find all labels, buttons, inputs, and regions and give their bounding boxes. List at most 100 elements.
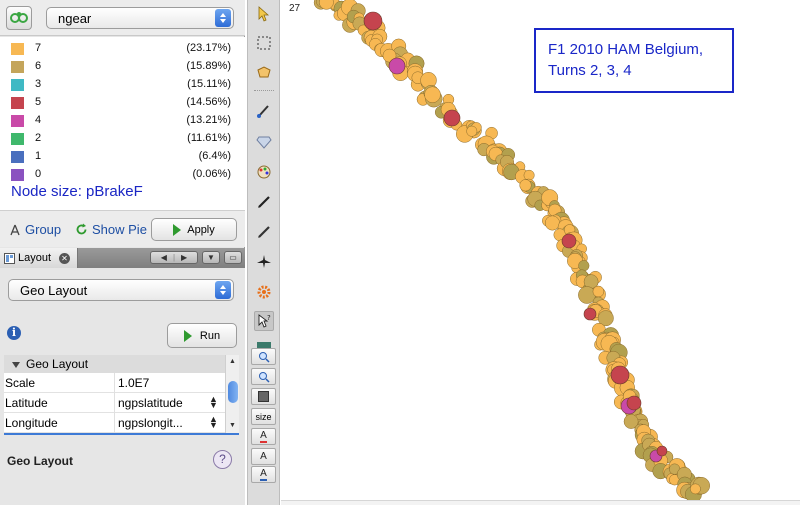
run-button[interactable]: Run <box>167 323 237 348</box>
graph-node[interactable] <box>626 395 642 411</box>
attribute-bar: ngear <box>0 0 245 36</box>
tab-menu-button[interactable]: ▼ <box>202 251 220 264</box>
chevron-right-icon[interactable]: ▶ <box>181 253 187 262</box>
status-strip <box>281 500 800 505</box>
text-color-button[interactable]: A <box>251 428 276 445</box>
graph-node[interactable] <box>583 307 597 321</box>
layout-panel: Geo Layout i Run Geo Layout Scale 1.0E7 … <box>0 268 245 505</box>
legend-swatch <box>11 169 24 181</box>
size-label: size <box>255 411 272 422</box>
group-button[interactable]: Group <box>9 222 61 237</box>
size-button[interactable]: size <box>251 408 276 425</box>
show-pie-button[interactable]: Show Pie <box>75 222 147 237</box>
property-section-header[interactable]: Geo Layout <box>4 355 225 373</box>
graph-node[interactable] <box>592 285 605 298</box>
apply-button[interactable]: Apply <box>151 218 237 241</box>
play-icon <box>173 223 182 236</box>
zoom-fit-button[interactable] <box>251 368 276 385</box>
lasso-icon <box>257 66 271 78</box>
legend-swatch <box>11 115 24 127</box>
legend-item[interactable]: 3 (15.11%) <box>0 76 245 93</box>
airplane-icon <box>257 255 271 268</box>
legend-label: 6 <box>35 60 42 72</box>
legend-swatch <box>11 79 24 91</box>
property-scrollbar[interactable]: ▲ ▼ <box>225 355 239 433</box>
graph-node[interactable] <box>544 215 560 231</box>
graph-node[interactable] <box>388 57 406 75</box>
stepper-icon[interactable]: ▲ ▼ <box>209 395 218 410</box>
scroll-up-icon[interactable]: ▲ <box>229 358 236 365</box>
graph-node[interactable] <box>466 125 478 137</box>
select-stepper-icon <box>215 281 231 299</box>
graph-node[interactable] <box>578 260 590 272</box>
marquee-icon <box>257 36 271 50</box>
legend-list: 7 (23.17%) 6 (15.89%) 3 (15.11%) 5 (14.5… <box>0 37 245 210</box>
property-row[interactable]: Latitude ngpslatitude ▲ ▼ <box>4 393 225 413</box>
select-tool[interactable] <box>254 4 274 24</box>
scroll-down-icon[interactable]: ▼ <box>229 422 236 429</box>
info-icon[interactable]: i <box>7 326 21 340</box>
legend-swatch <box>11 97 24 109</box>
disclosure-triangle-icon <box>12 362 20 368</box>
property-value[interactable]: ngpslongit... <box>118 416 183 430</box>
color-tool[interactable] <box>254 162 274 182</box>
graph-node[interactable] <box>690 483 701 495</box>
property-row[interactable]: Longitude ngpslongit... ▲ ▼ <box>4 413 225 433</box>
property-divider <box>114 373 115 393</box>
graph-canvas[interactable]: 27 F1 2010 HAM Belgium, Turns 2, 3, 4 <box>281 0 800 500</box>
legend-item[interactable]: 0 (0.06%) <box>0 166 245 183</box>
graph-node[interactable] <box>363 11 383 31</box>
property-value[interactable]: 1.0E7 <box>118 376 149 390</box>
help-icon[interactable]: ? <box>213 450 232 469</box>
close-icon[interactable]: ✕ <box>59 252 71 264</box>
graph-node[interactable] <box>519 179 532 192</box>
graph-node[interactable] <box>656 445 668 457</box>
property-key: Longitude <box>5 416 58 430</box>
fill-color-button[interactable] <box>251 388 276 405</box>
edge-pen-tool[interactable] <box>254 222 274 242</box>
attribute-type-button[interactable] <box>6 6 32 30</box>
legend-label: 1 <box>35 150 42 162</box>
zoom-in-button[interactable] <box>251 348 276 365</box>
scrollbar-thumb[interactable] <box>228 381 238 403</box>
attribute-select[interactable]: ngear <box>46 7 234 29</box>
legend-swatch <box>11 61 24 73</box>
legend-item[interactable]: 7 (23.17%) <box>0 40 245 57</box>
property-divider <box>114 393 115 413</box>
text-style-button[interactable]: A <box>251 448 276 465</box>
chevron-left-icon[interactable]: ◀ <box>161 253 167 262</box>
brush-tool[interactable] <box>254 101 274 121</box>
navigate-tool[interactable] <box>254 252 274 272</box>
legend-label: 0 <box>35 168 42 180</box>
chevron-down-icon: ▼ <box>207 253 215 262</box>
property-row[interactable]: Scale 1.0E7 <box>4 373 225 393</box>
layout-select[interactable]: Geo Layout <box>8 279 234 301</box>
legend-item[interactable]: 1 (6.4%) <box>0 148 245 165</box>
settings-tool[interactable] <box>254 282 274 302</box>
property-value[interactable]: ngpslatitude <box>118 396 183 410</box>
gear-icon <box>257 285 271 299</box>
annotation-box[interactable]: F1 2010 HAM Belgium, Turns 2, 3, 4 <box>534 28 734 93</box>
legend-label: 3 <box>35 78 42 90</box>
pen-tool[interactable] <box>254 192 274 212</box>
marquee-tool[interactable] <box>254 33 274 53</box>
graph-node[interactable] <box>424 86 441 103</box>
tab-layout[interactable]: Layout ✕ <box>0 248 78 268</box>
refresh-icon <box>76 223 87 235</box>
graph-node[interactable] <box>610 365 630 385</box>
gem-tool[interactable] <box>254 132 274 152</box>
graph-node[interactable] <box>443 109 461 127</box>
legend-item[interactable]: 5 (14.56%) <box>0 94 245 111</box>
graph-node[interactable] <box>561 233 577 249</box>
maximize-button[interactable]: ▭ <box>224 251 242 264</box>
legend-item[interactable]: 2 (11.61%) <box>0 130 245 147</box>
play-icon <box>183 329 192 342</box>
legend-item[interactable]: 4 (13.21%) <box>0 112 245 129</box>
tab-scroll-buttons[interactable]: ◀ | ▶ <box>150 251 198 264</box>
text-size-button[interactable]: A <box>251 466 276 483</box>
legend-percent: (0.06%) <box>192 168 231 180</box>
lasso-tool[interactable] <box>254 62 274 82</box>
stepper-icon[interactable]: ▲ ▼ <box>209 415 218 430</box>
legend-item[interactable]: 6 (15.89%) <box>0 58 245 75</box>
help-pointer-tool[interactable]: ? <box>254 311 274 331</box>
